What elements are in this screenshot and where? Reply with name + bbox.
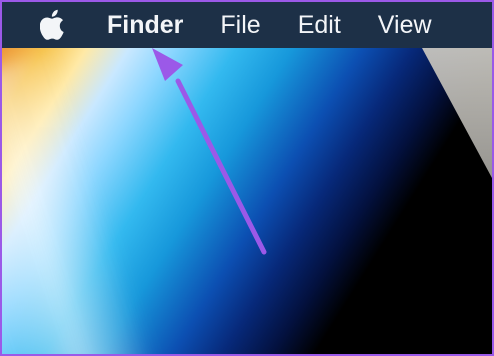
apple-menu-button[interactable] (37, 8, 71, 42)
wallpaper-gray-wedge (422, 48, 492, 178)
menu-view[interactable]: View (378, 12, 432, 38)
menu-finder[interactable]: Finder (107, 12, 183, 38)
desktop-screenshot: Finder File Edit View (0, 0, 494, 356)
apple-logo-icon (40, 9, 64, 40)
menu-bar: Finder File Edit View (2, 2, 492, 48)
arrow-annotation-icon (152, 48, 267, 255)
menu-file[interactable]: File (220, 12, 260, 38)
menu-edit[interactable]: Edit (298, 12, 341, 38)
